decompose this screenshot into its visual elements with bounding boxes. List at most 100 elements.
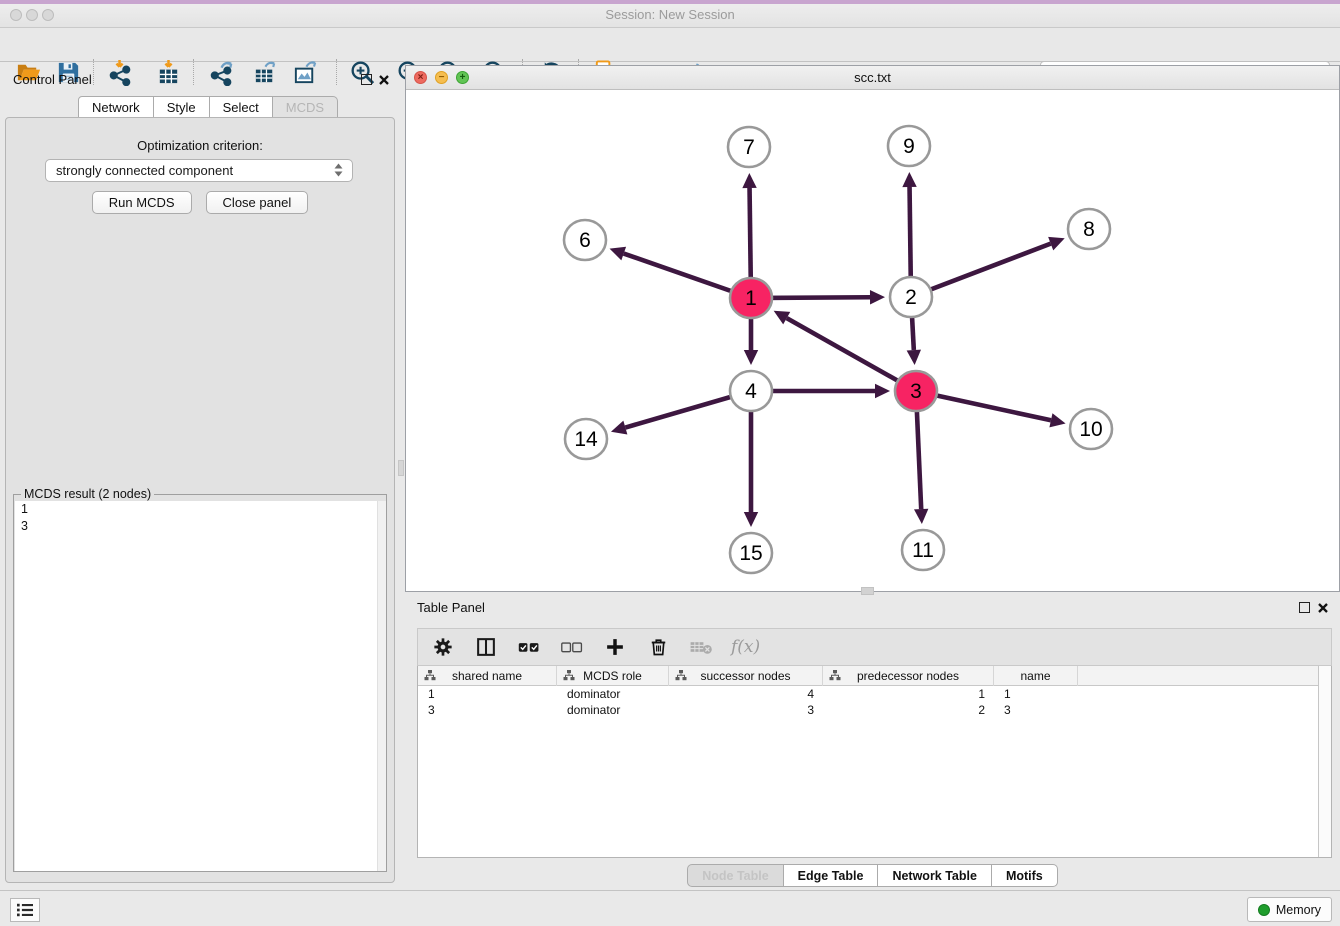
show-column-icon[interactable] (473, 634, 499, 660)
table-toolbar: f(x) (417, 628, 1332, 666)
table-panel-close-icon[interactable] (1317, 602, 1329, 614)
graph-edge-arrowhead (875, 384, 890, 398)
column-header-predecessor-nodes[interactable]: predecessor nodes (823, 666, 994, 686)
horizontal-splitter-handle[interactable] (861, 587, 874, 595)
application-window: Session: New Session (0, 0, 1340, 926)
select-stepper-icon (334, 163, 343, 177)
graph-node-label: 4 (745, 380, 757, 403)
export-image-icon[interactable] (290, 57, 320, 87)
network-canvas[interactable]: 7968124314101511 (406, 90, 1339, 591)
memory-button[interactable]: Memory (1247, 897, 1332, 922)
table-cell[interactable]: 2 (823, 702, 994, 718)
delete-row-icon[interactable] (645, 634, 671, 660)
graph-edge-arrowhead (610, 247, 627, 261)
status-bar: Memory (0, 890, 1340, 926)
mcds-result-title: MCDS result (2 nodes) (21, 487, 154, 501)
function-builder-icon[interactable]: f(x) (731, 637, 760, 657)
optimization-criterion-label: Optimization criterion: (6, 138, 394, 153)
table-cell[interactable]: 4 (669, 686, 823, 702)
table-cell[interactable]: dominator (557, 702, 669, 718)
mcds-result-scrollbar[interactable] (377, 501, 386, 871)
tab-network[interactable]: Network (78, 96, 154, 118)
memory-status-icon (1258, 904, 1270, 916)
table-panel-title: Table Panel (417, 600, 485, 615)
hierarchy-icon (829, 670, 841, 681)
tab-style[interactable]: Style (154, 96, 210, 118)
vertical-splitter-handle[interactable] (398, 460, 404, 476)
graph-node-label: 9 (903, 135, 915, 158)
graph-node-label: 11 (912, 539, 934, 562)
table-cell[interactable]: 3 (669, 702, 823, 718)
export-table-icon[interactable] (250, 57, 280, 87)
table-row[interactable]: 3dominator323 (418, 702, 1331, 718)
graph-edge-arrowhead (744, 512, 758, 527)
network-window-titlebar[interactable]: × − + scc.txt (406, 66, 1339, 90)
tab-select[interactable]: Select (210, 96, 273, 118)
tab-mcds[interactable]: MCDS (273, 96, 338, 118)
table-cell[interactable]: 1 (823, 686, 994, 702)
toolbar-separator (193, 59, 194, 85)
toolbar-separator (93, 59, 94, 85)
criterion-select[interactable]: strongly connected component (45, 159, 353, 182)
column-header-mcds-role[interactable]: MCDS role (557, 666, 669, 686)
import-network-icon[interactable] (105, 57, 135, 87)
column-header-successor-nodes[interactable]: successor nodes (669, 666, 823, 686)
tab-node-table[interactable]: Node Table (687, 864, 783, 887)
table-cell[interactable]: 1 (418, 686, 557, 702)
mcds-result-item[interactable]: 1 (15, 501, 386, 518)
deselect-all-rows-icon[interactable] (559, 634, 585, 660)
tab-edge-table[interactable]: Edge Table (784, 864, 879, 887)
table-cell[interactable]: 3 (994, 702, 1078, 718)
graph-node-label: 2 (905, 286, 917, 309)
control-panel-close-icon[interactable] (378, 74, 390, 86)
mcds-result-group: MCDS result (2 nodes) 13 (13, 494, 387, 872)
hierarchy-icon (424, 670, 436, 681)
graph-node-label: 6 (579, 229, 591, 252)
table-body: 1dominator4113dominator323 (418, 686, 1331, 718)
column-header-shared-name[interactable]: shared name (418, 666, 557, 686)
graph-edge-arrowhead (870, 290, 885, 304)
toolbar-separator (336, 59, 337, 85)
mcds-result-item[interactable]: 3 (15, 518, 386, 535)
control-panel-float-icon[interactable] (361, 74, 372, 85)
import-table-icon[interactable] (153, 57, 183, 87)
graph-node-label: 15 (739, 542, 762, 565)
mcds-result-list[interactable]: 13 (15, 501, 386, 871)
graph-node-label: 10 (1079, 418, 1102, 441)
table-tabs: Node Table Edge Table Network Table Moti… (405, 864, 1340, 887)
graph-edge-arrowhead (907, 350, 921, 365)
column-header-name[interactable]: name (994, 666, 1078, 686)
add-row-icon[interactable] (602, 634, 628, 660)
graph-node-label: 8 (1083, 218, 1095, 241)
graph-edge-arrowhead (744, 350, 758, 365)
graph-node-label: 7 (743, 136, 755, 159)
graph-edge-2-8[interactable] (911, 244, 1051, 297)
graph-node-label: 14 (574, 428, 598, 451)
table-cell[interactable]: 1 (994, 686, 1078, 702)
node-table: shared name MCDS role successor nodes pr… (417, 666, 1332, 858)
table-row[interactable]: 1dominator411 (418, 686, 1331, 702)
table-cell[interactable]: 3 (418, 702, 557, 718)
run-mcds-button[interactable]: Run MCDS (92, 191, 192, 214)
table-panel-float-icon[interactable] (1299, 602, 1310, 613)
delete-table-icon[interactable] (688, 634, 714, 660)
graph-edge-arrowhead (742, 173, 756, 188)
graph-node-label: 3 (910, 380, 922, 403)
graph-edge-arrowhead (914, 509, 928, 524)
select-all-rows-icon[interactable] (516, 634, 542, 660)
graph-edge-3-1[interactable] (787, 318, 916, 391)
table-header-row: shared name MCDS role successor nodes pr… (418, 666, 1331, 686)
control-panel-tabs: Network Style Select MCDS (78, 96, 338, 118)
hierarchy-icon (675, 670, 687, 681)
export-network-icon[interactable] (207, 57, 237, 87)
settings-gear-icon[interactable] (430, 634, 456, 660)
tab-motifs[interactable]: Motifs (992, 864, 1058, 887)
table-scrollbar[interactable] (1318, 666, 1331, 857)
table-cell[interactable]: dominator (557, 686, 669, 702)
titlebar-accent-stripe (0, 0, 1340, 4)
task-history-button[interactable] (10, 898, 40, 922)
hierarchy-icon (563, 670, 575, 681)
tab-network-table[interactable]: Network Table (878, 864, 992, 887)
window-titlebar: Session: New Session (0, 0, 1340, 28)
close-panel-button[interactable]: Close panel (206, 191, 309, 214)
